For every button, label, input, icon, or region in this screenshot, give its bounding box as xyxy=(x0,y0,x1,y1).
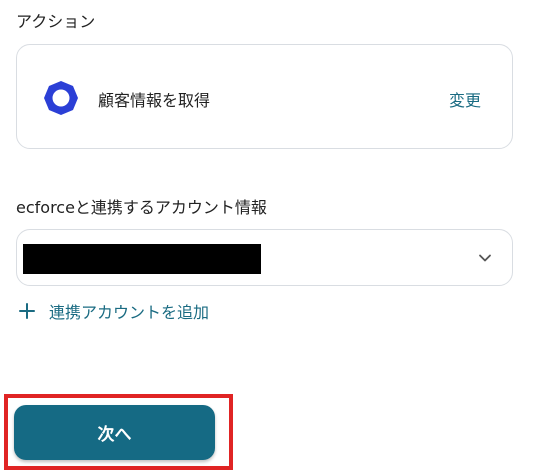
action-section-heading: アクション xyxy=(16,12,96,31)
change-action-link[interactable]: 変更 xyxy=(449,87,481,111)
next-button[interactable]: 次へ xyxy=(14,405,215,460)
plus-icon xyxy=(19,303,35,319)
add-linked-account-label: 連携アカウントを追加 xyxy=(49,303,210,322)
chevron-down-icon xyxy=(479,254,491,262)
add-linked-account-button[interactable]: 連携アカウントを追加 xyxy=(18,299,209,323)
action-card: 顧客情報を取得 変更 xyxy=(16,44,513,149)
redacted-account-value xyxy=(23,244,261,274)
action-settings-page: アクション 顧客情報を取得 変更 ecforceと連携するアカウント情報 連携ア… xyxy=(0,0,557,472)
action-name: 顧客情報を取得 xyxy=(98,91,211,110)
ecforce-ring-icon xyxy=(44,81,78,115)
account-section-heading: ecforceと連携するアカウント情報 xyxy=(16,198,267,217)
account-select[interactable] xyxy=(16,229,513,286)
